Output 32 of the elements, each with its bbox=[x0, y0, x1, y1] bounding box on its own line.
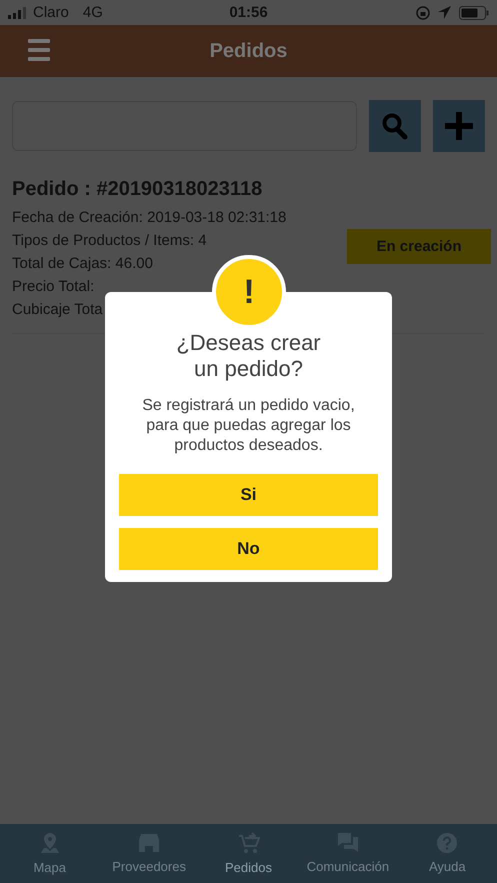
search-button[interactable] bbox=[369, 100, 421, 152]
tab-bar-item[interactable]: Pedidos bbox=[198, 824, 298, 883]
battery-icon bbox=[459, 6, 489, 20]
order-detail: Fecha de Creación: 2019-03-18 02:31:18 bbox=[12, 209, 286, 227]
map-pin-icon bbox=[40, 832, 60, 854]
yes-button[interactable]: Si bbox=[119, 474, 378, 516]
tab-bar-item[interactable]: Mapa bbox=[0, 824, 100, 883]
rotation-lock-icon bbox=[416, 6, 430, 20]
status-badge: En creación bbox=[347, 229, 491, 264]
signal-icon bbox=[8, 6, 27, 18]
plus-icon bbox=[445, 112, 473, 140]
location-arrow-icon bbox=[438, 6, 451, 19]
dialog-message: Se registrará un pedido vacio, para que puedas agregar los productos deseados. bbox=[142, 396, 355, 456]
order-detail: Tipos de Productos / Items: 4 bbox=[12, 232, 207, 250]
order-detail: Total de Cajas: 46.00 bbox=[12, 255, 153, 273]
order-title: Pedido : #20190318023118 bbox=[12, 178, 264, 201]
menu-button[interactable] bbox=[28, 39, 50, 61]
search-icon bbox=[382, 112, 408, 140]
tab-bar-item[interactable]: Proveedores bbox=[99, 824, 199, 883]
network-label: 4G bbox=[82, 4, 103, 21]
tab-bar-item[interactable]: Ayuda bbox=[398, 824, 497, 883]
help-icon bbox=[437, 833, 458, 853]
order-detail: Precio Total: bbox=[12, 278, 94, 296]
order-detail: Cubicaje Tota bbox=[12, 301, 103, 319]
carrier-label: Claro bbox=[33, 4, 69, 21]
add-button[interactable] bbox=[433, 100, 485, 152]
dialog-title: ¿Deseas crear un pedido? bbox=[176, 330, 321, 382]
no-button[interactable]: No bbox=[119, 528, 378, 570]
page-title: Pedidos bbox=[210, 40, 288, 62]
tab-bar-item[interactable]: Comunicación bbox=[298, 824, 398, 883]
clock-time: 01:56 bbox=[228, 4, 269, 21]
cart-icon bbox=[238, 832, 260, 854]
